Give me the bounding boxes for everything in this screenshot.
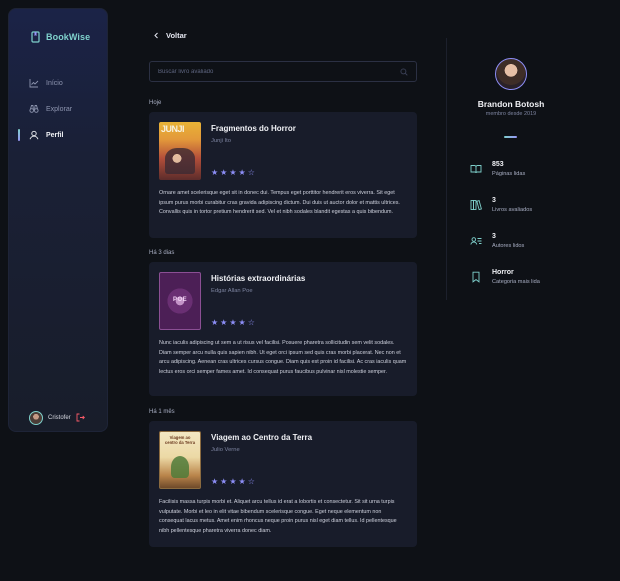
stat-value: 853 xyxy=(492,161,504,168)
group-label: Há 3 dias xyxy=(149,250,175,256)
star-filled-icon: ★ xyxy=(211,477,219,486)
stat-pages-read: 853 Páginas lidas xyxy=(470,161,525,177)
book-author: Julio Verne xyxy=(211,447,240,453)
star-rating: ★ ★ ★ ★ ☆ xyxy=(211,478,312,486)
active-indicator xyxy=(18,129,20,141)
stat-label: Autores lidos xyxy=(492,243,525,249)
review-card[interactable]: Fragmentos do Horror Junji Ito ★★★★☆ Orn… xyxy=(149,112,417,238)
star-filled-icon: ★ xyxy=(229,168,237,177)
sidebar-nav: Início Explorar Perfil xyxy=(18,77,72,155)
books-icon xyxy=(470,200,482,211)
user-name: Cristofer xyxy=(48,415,71,421)
avatar[interactable] xyxy=(29,411,43,425)
sidebar-item-explorar[interactable]: Explorar xyxy=(29,103,72,115)
app-name: BookWise xyxy=(46,32,91,42)
profile-name: Brandon Botosh xyxy=(477,99,545,109)
star-filled-icon: ★ xyxy=(238,477,246,486)
binoculars-icon xyxy=(29,105,39,113)
star-filled-icon: ★ xyxy=(220,318,228,327)
back-button[interactable]: Voltar xyxy=(153,31,187,40)
book-cover[interactable] xyxy=(159,272,201,330)
star-filled-icon: ★ xyxy=(229,318,237,327)
user-list-icon xyxy=(470,237,482,245)
review-card[interactable]: Viagem ao Centro da Terra Julio Verne ★★… xyxy=(149,421,417,547)
sidebar-item-inicio[interactable]: Início xyxy=(29,77,72,89)
search-icon[interactable] xyxy=(400,67,408,76)
stat-label: Páginas lidas xyxy=(492,171,526,177)
search-box xyxy=(149,61,417,82)
current-user: Cristofer xyxy=(29,409,85,427)
sidebar-item-label: Início xyxy=(46,79,63,87)
review-card[interactable]: Histórias extraordinárias Edgar Allan Po… xyxy=(149,262,417,396)
review-text: Ornare amet scelerisque eget sit in done… xyxy=(159,190,400,216)
back-label: Voltar xyxy=(166,31,187,40)
book-open-icon xyxy=(470,165,482,174)
book-author: Junji Ito xyxy=(211,138,231,144)
star-empty-icon: ☆ xyxy=(247,168,255,177)
sidebar-item-label: Explorar xyxy=(46,105,73,113)
star-empty-icon: ☆ xyxy=(247,477,255,486)
sidebar: BookWise Início Explorar Perfil Cristofe… xyxy=(8,8,108,432)
profile-accent-bar xyxy=(504,136,517,138)
review-text: Nunc iaculis adipiscing ut sem a ut risu… xyxy=(159,340,407,375)
book-title: Histórias extraordinárias xyxy=(211,274,306,283)
stat-value: Horror xyxy=(492,269,514,276)
stat-books-reviewed: 3 Livros avaliados xyxy=(470,197,532,213)
stat-top-category: Horror Categoria mais lida xyxy=(470,269,540,285)
book-logo-icon xyxy=(31,31,40,43)
star-filled-icon: ★ xyxy=(220,168,228,177)
book-title: Viagem ao Centro da Terra xyxy=(211,433,313,442)
star-filled-icon: ★ xyxy=(211,168,219,177)
sign-out-icon xyxy=(76,413,85,422)
star-filled-icon: ★ xyxy=(238,168,246,177)
star-empty-icon: ☆ xyxy=(247,318,255,327)
logout-button[interactable] xyxy=(76,409,85,427)
sidebar-item-perfil[interactable]: Perfil xyxy=(18,129,72,141)
group-label: Há 1 mês xyxy=(149,409,175,415)
group-label: Hoje xyxy=(149,100,162,106)
book-author: Edgar Allan Poe xyxy=(211,288,253,294)
stat-value: 3 xyxy=(492,197,496,204)
stat-label: Livros avaliados xyxy=(492,207,533,213)
review-text: Facilisis massa turpis morbi et. Aliquet… xyxy=(159,499,397,534)
member-since: membro desde 2019 xyxy=(485,111,537,117)
book-cover[interactable] xyxy=(159,122,201,180)
star-filled-icon: ★ xyxy=(211,318,219,327)
app-logo[interactable]: BookWise xyxy=(31,31,90,43)
star-rating: ★ ★ ★ ★ ☆ xyxy=(211,169,296,177)
profile-divider xyxy=(446,38,447,300)
sidebar-item-label: Perfil xyxy=(46,131,64,139)
chevron-left-icon xyxy=(154,32,158,39)
book-cover[interactable] xyxy=(159,431,201,489)
book-title: Fragmentos do Horror xyxy=(211,124,296,133)
stat-label: Categoria mais lida xyxy=(492,279,540,285)
profile-avatar xyxy=(495,58,527,90)
star-filled-icon: ★ xyxy=(238,318,246,327)
user-icon xyxy=(29,130,39,140)
stat-value: 3 xyxy=(492,233,496,240)
star-filled-icon: ★ xyxy=(229,477,237,486)
star-rating: ★ ★ ★ ★ ☆ xyxy=(211,319,305,327)
star-filled-icon: ★ xyxy=(220,477,228,486)
chart-line-icon xyxy=(29,79,39,88)
stat-authors-read: 3 Autores lidos xyxy=(470,233,524,249)
search-input[interactable] xyxy=(158,68,400,75)
bookmark-icon xyxy=(472,271,480,283)
